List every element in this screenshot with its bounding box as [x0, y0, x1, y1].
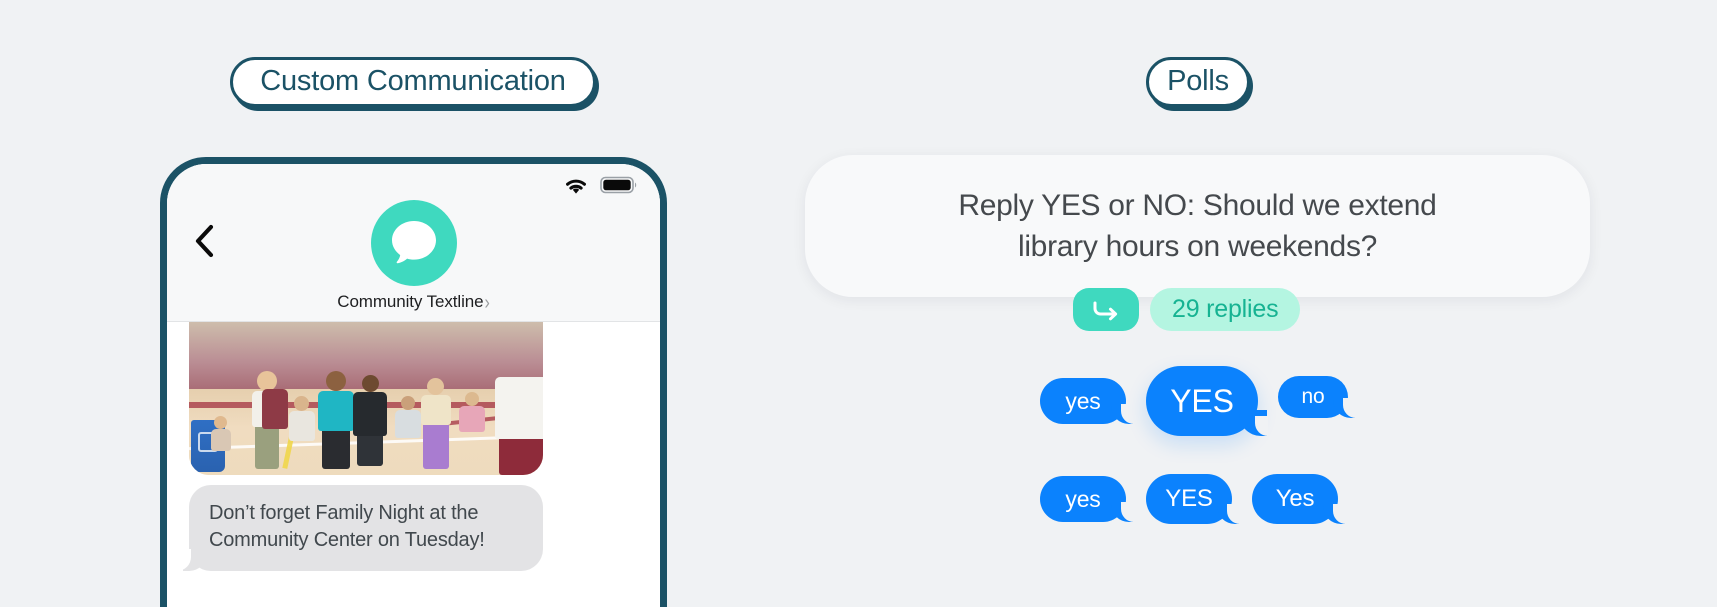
reply-bubble-label: Yes: [1275, 485, 1315, 512]
reply-bubble[interactable]: YES: [1146, 474, 1240, 524]
bubble-tail-icon: [1239, 410, 1268, 436]
reply-bubble-label: YES: [1165, 485, 1213, 512]
bubble-tail-icon: [1323, 504, 1346, 524]
reply-bubble-label: no: [1301, 385, 1325, 408]
status-bar: [563, 175, 638, 195]
phone-chat-header: Community Textline›: [167, 164, 660, 322]
incoming-message-bubble[interactable]: Don’t forget Family Night at the Communi…: [175, 485, 543, 571]
bubble-tail-icon: [1111, 404, 1134, 424]
poll-question-text: Reply YES or NO: Should we extend librar…: [958, 188, 1437, 263]
reply-bubble[interactable]: yes: [1040, 476, 1134, 522]
chat-title[interactable]: Community Textline›: [167, 292, 660, 314]
reply-arrow-icon[interactable]: [1073, 288, 1139, 331]
reply-bubble-label: yes: [1065, 387, 1101, 414]
wifi-icon: [563, 175, 589, 195]
section-pill-custom-communication-label: Custom Communication: [260, 64, 566, 97]
section-pill-custom-communication[interactable]: Custom Communication: [230, 57, 596, 107]
reply-bubble[interactable]: yes: [1040, 378, 1134, 424]
reply-bubble[interactable]: Yes: [1252, 474, 1346, 524]
replies-count-label: 29 replies: [1172, 295, 1279, 323]
phone-mockup: Community Textline› Don’t forget Family …: [160, 157, 667, 607]
phone-screen: Community Textline› Don’t forget Family …: [167, 164, 660, 607]
bubble-tail-icon: [1217, 504, 1240, 524]
photo-scene: [189, 322, 543, 475]
speech-bubble-avatar-icon: [370, 200, 457, 286]
bubble-tail-icon: [1111, 502, 1134, 522]
reply-bubble[interactable]: YES: [1146, 366, 1268, 436]
avatar[interactable]: [370, 200, 457, 286]
page-stage: Custom Communication Polls Community Tex…: [0, 0, 1717, 607]
section-pill-polls[interactable]: Polls: [1146, 57, 1250, 107]
reply-bubble-label: YES: [1170, 382, 1234, 419]
chat-title-label: Community Textline: [337, 292, 484, 311]
replies-count-badge[interactable]: 29 replies: [1150, 288, 1301, 331]
section-pill-polls-label: Polls: [1167, 64, 1229, 97]
battery-full-icon: [600, 175, 638, 195]
poll-question-card: Reply YES or NO: Should we extend librar…: [805, 155, 1590, 297]
chevron-right-icon: ›: [484, 292, 490, 314]
poll-replies-row: 29 replies: [1073, 288, 1301, 331]
message-photo-attachment[interactable]: [189, 322, 543, 475]
reply-bubble-label: yes: [1065, 485, 1101, 512]
phone-message-list: Don’t forget Family Night at the Communi…: [167, 322, 660, 607]
incoming-message-text: Don’t forget Family Night at the Communi…: [209, 502, 485, 551]
bubble-tail-icon: [1333, 398, 1356, 418]
reply-bubble[interactable]: no: [1278, 376, 1356, 418]
